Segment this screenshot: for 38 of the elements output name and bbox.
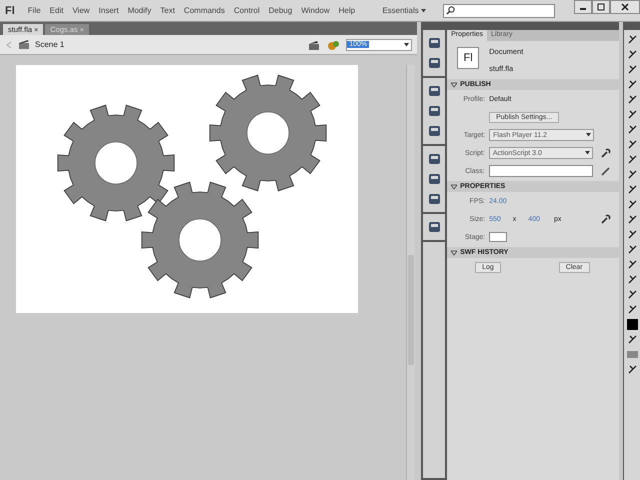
swatch-icon[interactable]: [626, 349, 638, 360]
caret-icon: [404, 42, 410, 46]
disclosure-triangle-icon[interactable]: [451, 82, 458, 88]
menu-item[interactable]: Edit: [50, 6, 64, 15]
close-icon: [621, 3, 629, 11]
menu-item[interactable]: Control: [234, 6, 260, 15]
class-field[interactable]: [488, 165, 594, 177]
scrollbar[interactable]: [406, 65, 416, 480]
menu-item[interactable]: Insert: [98, 6, 119, 15]
close-button[interactable]: [610, 0, 640, 14]
stage-color-swatch[interactable]: [489, 232, 508, 242]
menu-item[interactable]: Commands: [184, 6, 225, 15]
wrench-icon[interactable]: [601, 148, 612, 158]
wrench-icon[interactable]: [601, 214, 612, 224]
maximize-button[interactable]: [592, 0, 610, 14]
caret-icon: [421, 9, 426, 13]
app-logo: Fl: [5, 4, 15, 16]
disclosure-triangle-icon[interactable]: [451, 250, 458, 256]
clapper-icon: [18, 39, 30, 50]
search-icon: [446, 6, 455, 15]
menu-item[interactable]: View: [72, 6, 90, 15]
disclosure-triangle-icon[interactable]: [451, 184, 458, 190]
menu-item[interactable]: Text: [160, 6, 175, 15]
edit-symbols-icon[interactable]: [327, 38, 342, 50]
maximize-icon: [597, 3, 605, 11]
menu-item[interactable]: Modify: [128, 6, 152, 15]
caret-icon: [585, 151, 590, 155]
document-logo: Fl: [457, 47, 480, 69]
menu-item[interactable]: File: [28, 6, 41, 15]
search-field[interactable]: [443, 4, 555, 18]
menu-item[interactable]: Help: [338, 6, 356, 15]
menu-item[interactable]: Window: [301, 6, 330, 15]
fill-icon[interactable]: [626, 319, 638, 330]
scene-label: Scene 1: [35, 40, 64, 49]
caret-icon: [586, 133, 592, 137]
minimize-button[interactable]: [574, 0, 592, 14]
workspace-dropdown[interactable]: Essentials: [382, 6, 426, 15]
menu-item[interactable]: Debug: [268, 6, 292, 15]
